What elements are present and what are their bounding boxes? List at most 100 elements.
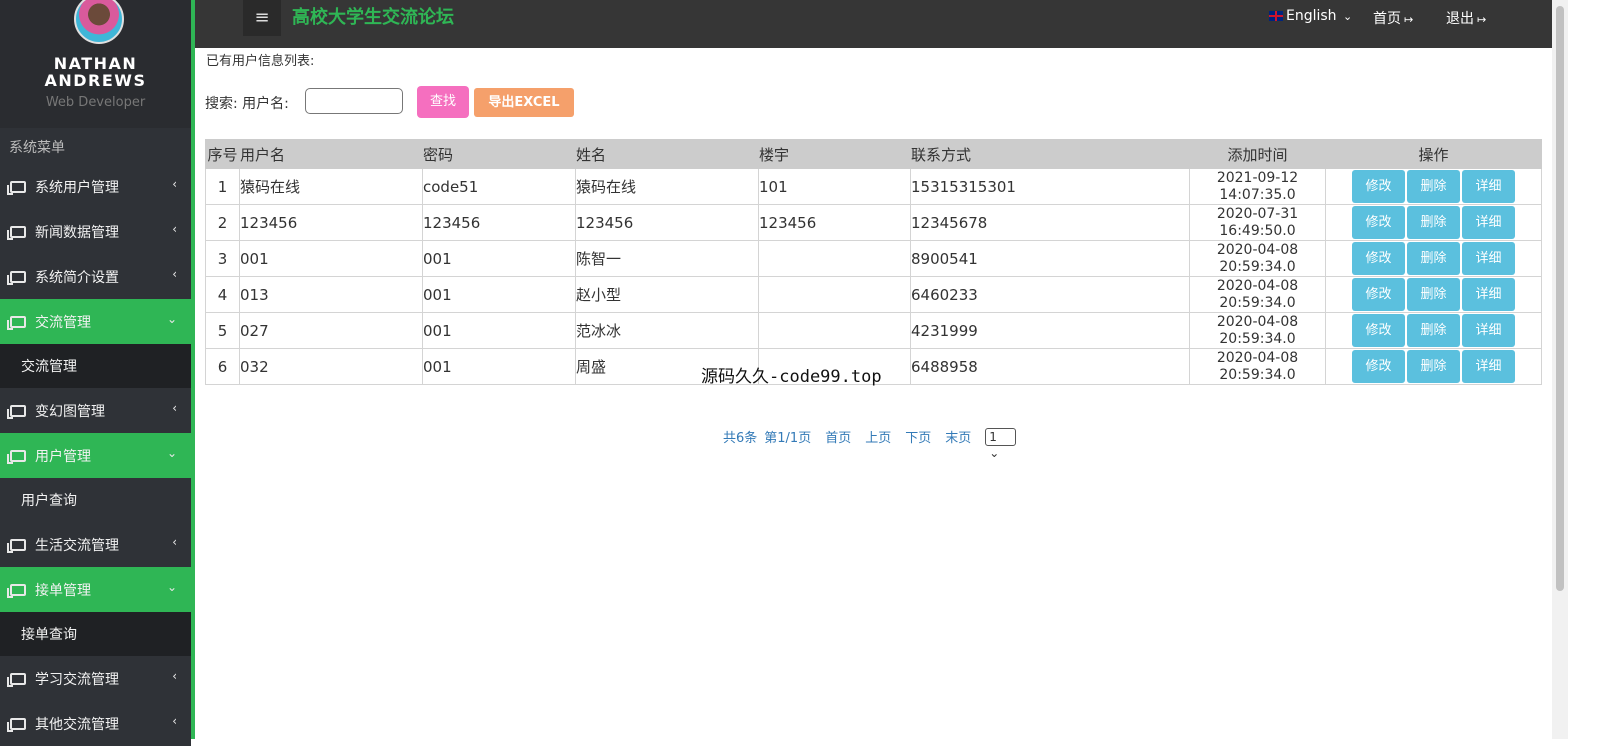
home-label: 首页 bbox=[1373, 11, 1401, 27]
page-select[interactable]: 1 ⌄ bbox=[985, 427, 1017, 460]
sidebar-item-study-exchange[interactable]: 学习交流管理 ‹ bbox=[0, 656, 191, 701]
col-header-password: 密码 bbox=[422, 139, 576, 169]
sign-out-icon: ↦ bbox=[1404, 13, 1414, 26]
top-header: ≡ 高校大学生交流论坛 English ⌄ 首页 ↦ 退出 ↦ bbox=[195, 0, 1552, 48]
sidebar-item-exchange[interactable]: 交流管理 ⌄ bbox=[0, 299, 191, 344]
chevron-left-icon: ‹ bbox=[172, 222, 177, 236]
delete-button[interactable]: 删除 bbox=[1407, 206, 1460, 239]
detail-button[interactable]: 详细 bbox=[1462, 350, 1515, 383]
col-header-name: 姓名 bbox=[575, 139, 759, 169]
edit-button[interactable]: 修改 bbox=[1352, 278, 1405, 311]
export-excel-button[interactable]: 导出EXCEL bbox=[474, 88, 574, 117]
chevron-down-icon: ⌄ bbox=[166, 580, 177, 594]
avatar[interactable] bbox=[74, 0, 124, 44]
chevron-down-icon: ⌄ bbox=[166, 312, 177, 326]
delete-button[interactable]: 删除 bbox=[1407, 314, 1460, 347]
cell-added-time: 2020-04-08 20:59:34.0 bbox=[1189, 276, 1326, 313]
delete-button[interactable]: 删除 bbox=[1407, 278, 1460, 311]
user-table: 序号 用户名 密码 姓名 楼宇 联系方式 添加时间 操作 1 猿码在线 code… bbox=[205, 139, 1542, 385]
cell-actions: 修改 删除 详细 bbox=[1325, 168, 1542, 205]
sidebar-item-label: 新闻数据管理 bbox=[35, 224, 119, 241]
cell-name: 猿码在线 bbox=[575, 168, 759, 205]
cell-username: 001 bbox=[239, 240, 423, 277]
cell-actions: 修改 删除 详细 bbox=[1325, 204, 1542, 241]
search-label: 搜索: 用户名: bbox=[205, 96, 289, 112]
language-dropdown[interactable]: English ⌄ bbox=[1269, 8, 1352, 24]
sidebar-subitem-order-query[interactable]: 接单查询 bbox=[0, 612, 191, 656]
sidebar: NATHAN ANDREWS Web Developer 系统菜单 系统用户管理… bbox=[0, 0, 195, 746]
cell-username: 猿码在线 bbox=[239, 168, 423, 205]
sidebar-item-life-exchange[interactable]: 生活交流管理 ‹ bbox=[0, 522, 191, 567]
search-button[interactable]: 查找 bbox=[417, 86, 469, 118]
window-icon bbox=[7, 315, 26, 330]
cell-added-time: 2020-04-08 20:59:34.0 bbox=[1189, 348, 1326, 385]
cell-contact: 6488958 bbox=[910, 348, 1190, 385]
cell-building: 101 bbox=[758, 168, 911, 205]
cell-building bbox=[758, 276, 911, 313]
detail-button[interactable]: 详细 bbox=[1462, 242, 1515, 275]
sidebar-item-news[interactable]: 新闻数据管理 ‹ bbox=[0, 209, 191, 254]
cell-date: 2020-07-31 bbox=[1216, 205, 1299, 222]
window-icon bbox=[7, 583, 26, 598]
cell-time: 20:59:34.0 bbox=[1219, 330, 1296, 347]
edit-button[interactable]: 修改 bbox=[1352, 206, 1405, 239]
edit-button[interactable]: 修改 bbox=[1352, 242, 1405, 275]
delete-button[interactable]: 删除 bbox=[1407, 170, 1460, 203]
username-search-input[interactable] bbox=[305, 88, 403, 114]
sidebar-item-other-exchange[interactable]: 其他交流管理 ‹ bbox=[0, 701, 191, 746]
sign-out-icon: ↦ bbox=[1477, 13, 1487, 26]
sidebar-item-label: 交流管理 bbox=[35, 314, 91, 331]
scrollbar-thumb[interactable] bbox=[1556, 6, 1564, 591]
sidebar-item-users[interactable]: 用户管理 ⌄ bbox=[0, 433, 191, 478]
col-header-actions: 操作 bbox=[1325, 139, 1542, 169]
delete-button[interactable]: 删除 bbox=[1407, 350, 1460, 383]
edit-button[interactable]: 修改 bbox=[1352, 350, 1405, 383]
sidebar-item-system-users[interactable]: 系统用户管理 ‹ bbox=[0, 164, 191, 209]
watermark-text: 源码久久-code99.top bbox=[701, 367, 882, 387]
cell-actions: 修改 删除 详细 bbox=[1325, 240, 1542, 277]
pagination-prev[interactable]: 上页 bbox=[865, 427, 891, 446]
sidebar-item-carousel[interactable]: 变幻图管理 ‹ bbox=[0, 388, 191, 433]
sidebar-item-orders[interactable]: 接单管理 ⌄ bbox=[0, 567, 191, 612]
sidebar-subitem-exchange[interactable]: 交流管理 bbox=[0, 344, 191, 388]
page-scrollbar[interactable] bbox=[1552, 0, 1568, 739]
cell-no: 4 bbox=[205, 276, 240, 313]
table-row: 2 123456 123456 123456 123456 12345678 2… bbox=[205, 204, 1542, 241]
pagination-last[interactable]: 末页 bbox=[945, 427, 971, 446]
detail-button[interactable]: 详细 bbox=[1462, 206, 1515, 239]
cell-contact: 6460233 bbox=[910, 276, 1190, 313]
cell-username: 013 bbox=[239, 276, 423, 313]
detail-button[interactable]: 详细 bbox=[1462, 170, 1515, 203]
home-link[interactable]: 首页 ↦ bbox=[1373, 8, 1413, 28]
site-title: 高校大学生交流论坛 bbox=[292, 7, 454, 28]
cell-no: 5 bbox=[205, 312, 240, 349]
pagination-next[interactable]: 下页 bbox=[905, 427, 931, 446]
window-icon bbox=[7, 180, 26, 195]
sidebar-item-label: 系统简介设置 bbox=[35, 269, 119, 286]
sidebar-item-intro-settings[interactable]: 系统简介设置 ‹ bbox=[0, 254, 191, 299]
table-row: 4 013 001 赵小型 6460233 2020-04-08 20:59:34… bbox=[205, 276, 1542, 313]
logout-link[interactable]: 退出 ↦ bbox=[1446, 8, 1486, 28]
cell-time: 16:49:50.0 bbox=[1219, 222, 1296, 239]
menu-toggle-icon[interactable]: ≡ bbox=[243, 0, 281, 36]
profile-panel: NATHAN ANDREWS Web Developer bbox=[0, 0, 191, 128]
edit-button[interactable]: 修改 bbox=[1352, 314, 1405, 347]
edit-button[interactable]: 修改 bbox=[1352, 170, 1405, 203]
profile-role: Web Developer bbox=[45, 95, 146, 110]
window-icon bbox=[7, 449, 26, 464]
cell-added-time: 2020-07-31 16:49:50.0 bbox=[1189, 204, 1326, 241]
cell-added-time: 2020-04-08 20:59:34.0 bbox=[1189, 312, 1326, 349]
cell-actions: 修改 删除 详细 bbox=[1325, 312, 1542, 349]
cell-date: 2021-09-12 bbox=[1216, 169, 1299, 186]
pagination-page-info: 第1/1页 bbox=[764, 431, 812, 446]
cell-password: 001 bbox=[422, 312, 576, 349]
pagination-first[interactable]: 首页 bbox=[825, 427, 851, 446]
cell-password: code51 bbox=[422, 168, 576, 205]
cell-contact: 8900541 bbox=[910, 240, 1190, 277]
sidebar-subitem-user-query[interactable]: 用户查询 bbox=[0, 478, 191, 522]
detail-button[interactable]: 详细 bbox=[1462, 278, 1515, 311]
detail-button[interactable]: 详细 bbox=[1462, 314, 1515, 347]
delete-button[interactable]: 删除 bbox=[1407, 242, 1460, 275]
page-select-value: 1 bbox=[989, 429, 997, 444]
cell-username: 123456 bbox=[239, 204, 423, 241]
